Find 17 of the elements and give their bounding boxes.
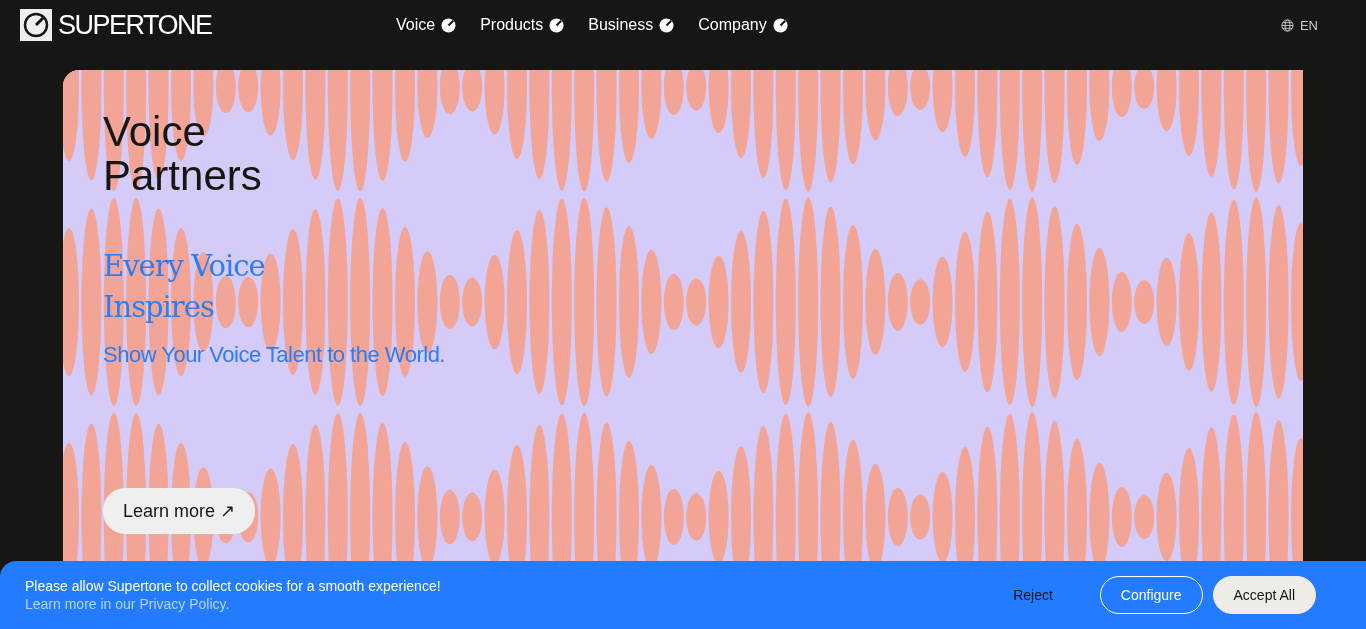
cookie-message: Please allow Supertone to collect cookies for a smooth experience! <box>25 577 442 595</box>
language-link[interactable]: EN <box>1299 17 1318 33</box>
nav-link[interactable]: Business <box>588 16 675 34</box>
hero-title: Voice Partners <box>103 110 262 198</box>
nav-link[interactable]: Voice <box>396 16 457 34</box>
globe-icon[interactable] <box>1280 18 1294 32</box>
knob-icon <box>441 17 457 33</box>
knob-icon <box>659 17 675 33</box>
knob-icon <box>549 17 565 33</box>
learn-more-button[interactable]: Learn more ↗ <box>103 488 256 534</box>
logo-text[interactable]: SUPERTONE <box>58 9 212 41</box>
nav-link[interactable]: Products <box>480 16 565 34</box>
logo-icon <box>20 9 52 41</box>
nav-link[interactable]: Company <box>698 16 788 34</box>
cookie-button[interactable]: Reject <box>992 576 1074 614</box>
cookie-button[interactable]: Accept All <box>1212 576 1316 614</box>
knob-icon <box>772 17 788 33</box>
